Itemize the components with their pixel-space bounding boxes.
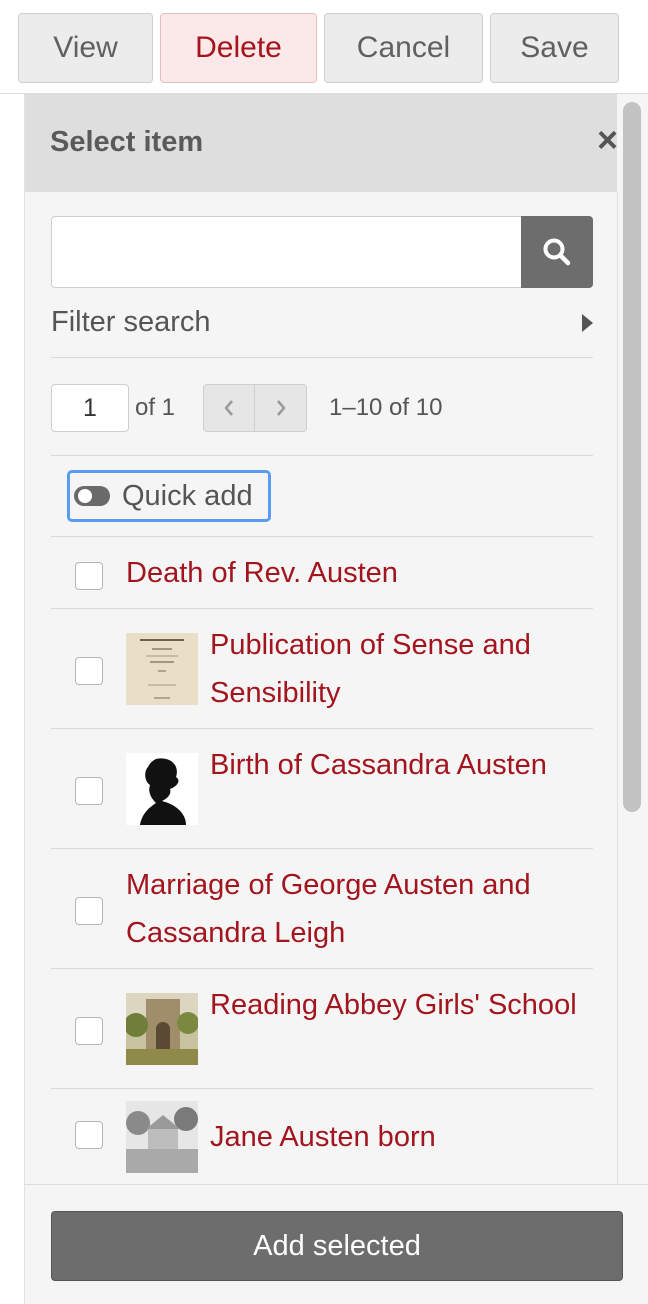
list-item: Reading Abbey Girls' School	[51, 969, 593, 1089]
view-button[interactable]: View	[18, 13, 153, 83]
item-checkbox[interactable]	[75, 897, 103, 925]
chevron-left-icon	[224, 400, 233, 416]
sidebar-scrollbar[interactable]	[623, 102, 641, 812]
search-button[interactable]	[521, 216, 593, 288]
abbey-gateway-painting-thumbnail	[126, 993, 198, 1065]
chevron-right-icon	[276, 400, 286, 416]
item-title-link[interactable]: Reading Abbey Girls' School	[210, 981, 580, 1029]
pagination: of 1 1–10 of 10	[51, 384, 593, 456]
filter-search-label: Filter search	[51, 306, 211, 338]
results-range: 1–10 of 10	[329, 394, 443, 421]
list-item: Jane Austen born	[51, 1089, 593, 1185]
next-page-button[interactable]	[255, 385, 306, 431]
item-title-link[interactable]: Marriage of George Austen and Cassandra …	[126, 861, 586, 957]
item-thumbnail	[126, 753, 198, 825]
sidebar-title: Select item	[50, 126, 204, 158]
sidebar-header: Select item ×	[25, 94, 618, 192]
list-item: Publication of Sense and Sensibility	[51, 609, 593, 729]
cancel-button[interactable]: Cancel	[324, 13, 483, 83]
toggle-switch-icon	[74, 486, 110, 506]
list-item: Marriage of George Austen and Cassandra …	[51, 849, 593, 969]
previous-page-button[interactable]	[204, 385, 256, 431]
item-checkbox[interactable]	[75, 657, 103, 685]
list-item: Birth of Cassandra Austen	[51, 729, 593, 849]
item-thumbnail	[126, 633, 198, 705]
search-icon	[543, 238, 571, 266]
item-checkbox[interactable]	[75, 1017, 103, 1045]
add-selected-button[interactable]: Add selected	[51, 1211, 623, 1281]
item-checkbox[interactable]	[75, 777, 103, 805]
rectory-engraving-thumbnail	[126, 1101, 198, 1173]
item-title-link[interactable]: Publication of Sense and Sensibility	[210, 621, 580, 717]
item-title-link[interactable]: Birth of Cassandra Austen	[210, 741, 580, 789]
item-title-link[interactable]: Death of Rev. Austen	[126, 549, 398, 597]
save-button[interactable]: Save	[490, 13, 619, 83]
item-thumbnail	[126, 993, 198, 1065]
page-nav-buttons	[203, 384, 307, 432]
item-checkbox[interactable]	[75, 1121, 103, 1149]
page-count-label: of 1	[135, 394, 176, 421]
select-item-sidebar: Select item × Filter search of 1 1–10 of…	[24, 94, 648, 1304]
sidebar-footer: Add selected	[24, 1184, 648, 1304]
list-item: Death of Rev. Austen	[51, 537, 593, 609]
page-number-input[interactable]	[51, 384, 129, 432]
caret-right-icon	[582, 314, 593, 332]
search-input[interactable]	[51, 216, 522, 288]
item-thumbnail	[126, 1101, 198, 1173]
item-title-link[interactable]: Jane Austen born	[210, 1113, 580, 1161]
filter-search-toggle[interactable]: Filter search	[51, 300, 593, 358]
quick-add-label: Quick add	[122, 479, 253, 512]
top-toolbar: View Delete Cancel Save	[0, 0, 648, 94]
item-checkbox[interactable]	[75, 562, 103, 590]
close-icon[interactable]: ×	[597, 122, 618, 158]
scroll-track-divider	[617, 192, 618, 1282]
silhouette-portrait-thumbnail	[126, 753, 198, 825]
book-title-page-thumbnail	[126, 633, 198, 705]
quick-add-toggle[interactable]: Quick add	[67, 470, 271, 522]
delete-button[interactable]: Delete	[160, 13, 317, 83]
